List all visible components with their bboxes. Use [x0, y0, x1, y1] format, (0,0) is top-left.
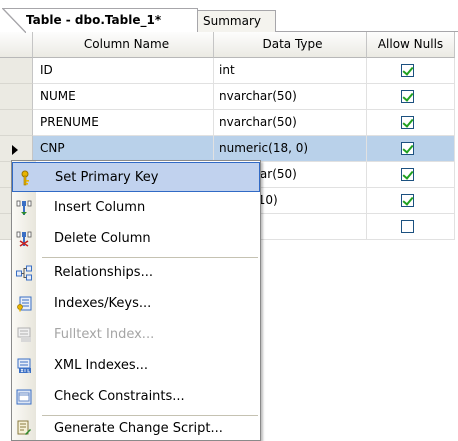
column-header-nulls[interactable]: Allow Nulls: [367, 32, 455, 58]
indexes-keys-icon: [17, 296, 32, 312]
column-name-cell[interactable]: ID: [33, 58, 214, 84]
delete-column-icon: [16, 231, 32, 247]
menu-item-check-constraints[interactable]: Check Constraints...: [12, 382, 260, 412]
allow-nulls-checkbox[interactable]: [401, 220, 414, 233]
menu-item-label: Indexes/Keys...: [54, 296, 152, 311]
insert-column-icon: [16, 200, 32, 215]
data-type-cell[interactable]: nvarchar(50): [214, 84, 367, 110]
menu-item-label: Check Constraints...: [54, 389, 185, 404]
xml-indexes-icon: [17, 358, 31, 373]
generate-script-icon: [17, 420, 31, 435]
menu-item-label: Insert Column: [54, 200, 146, 215]
current-row-arrow-icon: [12, 145, 18, 155]
menu-item-relationships[interactable]: Relationships...: [12, 258, 260, 288]
menu-item-indexes-keys[interactable]: Indexes/Keys...: [12, 289, 260, 319]
menu-item-insert-column[interactable]: Insert Column: [12, 193, 260, 223]
table-row-selected[interactable]: CNP numeric(18, 0): [0, 136, 458, 162]
menu-item-label: Fulltext Index...: [54, 327, 155, 342]
allow-nulls-cell: [367, 136, 455, 162]
tab-summary[interactable]: Summary: [190, 10, 276, 32]
row-selector[interactable]: [0, 136, 33, 162]
row-selector[interactable]: [0, 84, 33, 110]
row-selector[interactable]: [0, 58, 33, 84]
row-selector[interactable]: [0, 110, 33, 136]
data-type-cell[interactable]: nvarchar(50): [214, 110, 367, 136]
row-header-corner: [0, 32, 33, 58]
tab-strip: Table - dbo.Table_1* Summary: [0, 0, 458, 36]
fulltext-index-icon: [17, 327, 31, 342]
allow-nulls-cell: [367, 84, 455, 110]
allow-nulls-cell: [367, 58, 455, 84]
column-name-cell[interactable]: CNP: [33, 136, 214, 162]
menu-item-label: XML Indexes...: [54, 358, 149, 373]
column-header-name[interactable]: Column Name: [33, 32, 214, 58]
check-constraints-icon: [16, 389, 32, 405]
allow-nulls-checkbox[interactable]: [401, 64, 414, 77]
column-header-type[interactable]: Data Type: [214, 32, 367, 58]
allow-nulls-checkbox[interactable]: [401, 194, 414, 207]
menu-item-delete-column[interactable]: Delete Column: [12, 224, 260, 254]
menu-item-label: Delete Column: [54, 231, 151, 246]
menu-item-fulltext-index[interactable]: Fulltext Index...: [12, 320, 260, 350]
allow-nulls-checkbox[interactable]: [401, 116, 414, 129]
data-type-cell[interactable]: int: [214, 58, 367, 84]
tab-table-designer[interactable]: Table - dbo.Table_1*: [2, 8, 198, 33]
column-name-cell[interactable]: PRENUME: [33, 110, 214, 136]
allow-nulls-cell: [367, 110, 455, 136]
table-row[interactable]: ID int: [0, 58, 458, 84]
menu-item-set-primary-key[interactable]: Set Primary Key: [12, 162, 260, 192]
relationships-icon: [16, 265, 32, 281]
menu-item-label: Relationships...: [54, 265, 153, 280]
allow-nulls-checkbox[interactable]: [401, 142, 414, 155]
allow-nulls-checkbox[interactable]: [401, 90, 414, 103]
grid-header: Column Name Data Type Allow Nulls: [0, 32, 458, 58]
allow-nulls-cell: [367, 188, 455, 214]
allow-nulls-cell: [367, 162, 455, 188]
allow-nulls-checkbox[interactable]: [401, 168, 414, 181]
table-row[interactable]: PRENUME nvarchar(50): [0, 110, 458, 136]
primary-key-icon: [21, 170, 29, 186]
allow-nulls-cell: [367, 214, 455, 240]
data-type-cell[interactable]: numeric(18, 0): [214, 136, 367, 162]
column-name-cell[interactable]: NUME: [33, 84, 214, 110]
context-menu: Set Primary Key Insert Column Delete Col…: [11, 160, 261, 441]
menu-item-generate-change-script[interactable]: Generate Change Script...: [12, 416, 260, 441]
table-row[interactable]: NUME nvarchar(50): [0, 84, 458, 110]
menu-item-label: Generate Change Script...: [54, 421, 223, 436]
menu-item-xml-indexes[interactable]: XML Indexes...: [12, 351, 260, 381]
menu-item-label: Set Primary Key: [55, 170, 159, 185]
